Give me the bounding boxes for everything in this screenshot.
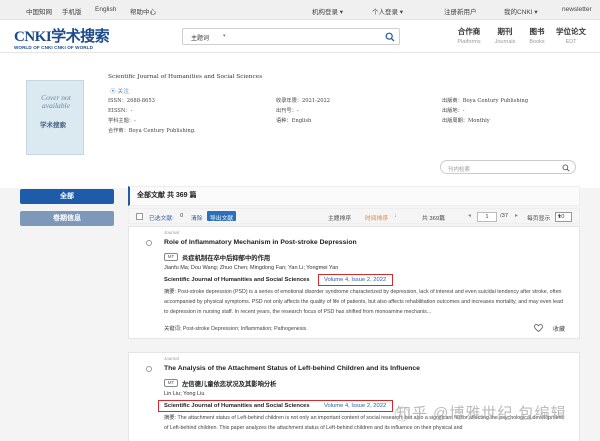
meta-publisher: 出版商：Boya Century Publishing xyxy=(442,98,529,104)
results-toolbar: 已选文献: 0 清除 导出文献 主题排序 时间排序 ↓ 共 369篇 ◂ 1 /… xyxy=(128,208,580,224)
sidebar-issue-info-button[interactable]: 卷期信息 xyxy=(20,211,114,226)
article-card: Journal Role of Inflammatory Mechanism i… xyxy=(128,226,580,339)
sort-arrow-icon: ↓ xyxy=(394,213,397,219)
source-highlight-box xyxy=(158,400,393,412)
page-total: /37 xyxy=(500,213,509,219)
personal-login-link[interactable]: 个人登录 ▾ xyxy=(372,6,403,16)
article-kind: Journal xyxy=(164,230,179,235)
nav-journals[interactable]: 期刊 Journals xyxy=(488,26,522,45)
nav-books[interactable]: 图书 Books xyxy=(520,26,554,45)
top-utility-bar: 中国知网 手机版 English 帮助中心 机构登录 ▾ 个人登录 ▾ 注册新用… xyxy=(0,0,600,20)
article-title[interactable]: The Analysis of the Attachment Status of… xyxy=(164,365,420,372)
page-input[interactable]: 1 xyxy=(477,211,497,222)
selected-count: 0 xyxy=(180,213,184,219)
issue-highlight-box xyxy=(318,274,393,286)
register-link[interactable]: 注册新用户 xyxy=(444,6,477,16)
total-count: 共 369篇 xyxy=(422,216,445,222)
heart-icon[interactable] xyxy=(534,324,543,332)
article-authors[interactable]: Lin Liu; Yong Liu xyxy=(164,391,204,397)
in-journal-search-placeholder: 刊内检索 xyxy=(448,166,471,173)
chevron-down-icon: ▾ xyxy=(223,33,226,39)
journal-cover: Cover not available 学术搜索 xyxy=(26,80,84,155)
sort-subject[interactable]: 主题排序 xyxy=(328,213,351,222)
clear-link[interactable]: 清除 xyxy=(191,213,203,222)
article-title-cn[interactable]: 左信德儿童依恋状况及其影响分析 xyxy=(182,379,276,388)
follow-button[interactable]: ⦿ 关注 xyxy=(110,86,129,95)
help-link[interactable]: 帮助中心 xyxy=(130,6,156,16)
article-keywords: 关键词: Post-stroke Depression; Inflammatio… xyxy=(164,326,308,332)
article-title-cn[interactable]: 炎症机制在卒中后抑郁中的作用 xyxy=(182,253,270,262)
journal-title: Scientific Journal of Humanities and Soc… xyxy=(108,74,263,80)
article-abstract: 摘要: Post-stroke depression (PSD) is a se… xyxy=(164,289,563,316)
favorite-button[interactable]: 收藏 xyxy=(553,324,565,333)
select-all-checkbox[interactable] xyxy=(136,212,143,220)
cnki-logo[interactable]: CNKI学术搜索 WORLD OF CNKI CNKI OF WORLD xyxy=(14,25,114,50)
meta-partner: 合作商：Boya Century Publishing. xyxy=(108,128,196,134)
org-login-link[interactable]: 机构登录 ▾ xyxy=(312,6,343,16)
cover-placeholder-text: Cover not available xyxy=(41,93,71,110)
nav-edt[interactable]: 学位论文 EDT xyxy=(554,26,588,45)
search-icon[interactable] xyxy=(385,32,395,42)
sidebar-all-button[interactable]: 全部 xyxy=(20,189,114,204)
export-button[interactable]: 导出文献 xyxy=(207,211,237,222)
meta-years: 收录年限：2021-2022 xyxy=(276,98,331,104)
meta-issn: ISSN：2688-8653 xyxy=(108,98,155,104)
results-count: 全部文献 共 369 篇 xyxy=(128,186,580,206)
mobile-link[interactable]: 手机版 xyxy=(62,6,82,16)
meta-pubno: 出刊号：- xyxy=(276,108,299,114)
page-prev-icon[interactable]: ◂ xyxy=(468,213,471,219)
meta-cycle: 出版周期：Monthly xyxy=(442,118,490,124)
watermark: 知乎 @博雅世纪 包编辑 xyxy=(396,405,567,422)
nav-platforms[interactable]: 合作商 Platforms xyxy=(452,26,486,45)
per-page-select[interactable]: 10 ▾ xyxy=(555,211,572,222)
article-badge: MT xyxy=(164,379,178,387)
article-title[interactable]: Role of Inflammatory Mechanism in Post-s… xyxy=(164,239,357,246)
my-cnki-link[interactable]: 我的CNKI ▾ xyxy=(504,6,538,16)
home-link[interactable]: 中国知网 xyxy=(26,6,52,16)
article-radio[interactable] xyxy=(146,366,152,372)
sort-time[interactable]: 时间排序 xyxy=(365,213,388,222)
article-kind: Journal xyxy=(164,356,179,361)
in-journal-search[interactable]: 刊内检索 xyxy=(440,160,576,174)
meta-language: 语种：English xyxy=(276,118,312,124)
header: CNKI学术搜索 WORLD OF CNKI CNKI OF WORLD 主题词… xyxy=(0,20,600,53)
newsletter-link[interactable]: newsletter xyxy=(562,6,592,13)
search-icon[interactable] xyxy=(562,164,570,172)
meta-place: 出版地：- xyxy=(442,108,465,114)
article-badge: MT xyxy=(164,253,178,261)
article-radio[interactable] xyxy=(146,240,152,246)
article-source[interactable]: Scientific Journal of Humanities and Soc… xyxy=(164,277,310,283)
selected-label: 已选文献: xyxy=(149,216,174,222)
logo-main: CNKI学术搜索 xyxy=(14,29,110,45)
search-box[interactable]: 主题词 ▾ xyxy=(182,28,400,45)
per-page-label: 每页显示 xyxy=(527,216,551,222)
article-card: Journal The Analysis of the Attachment S… xyxy=(128,352,580,441)
english-link[interactable]: English xyxy=(95,6,116,13)
search-field-select[interactable]: 主题词 xyxy=(191,33,209,42)
meta-eissn: EISSN：- xyxy=(108,108,133,114)
page-next-icon[interactable]: ▸ xyxy=(515,213,518,219)
meta-subject: 学科主题：- xyxy=(108,118,136,124)
cover-brand: 学术搜索 xyxy=(40,122,66,129)
article-authors[interactable]: Jianfu Ma; Dou Wang; Zhuo Chen; Mingdong… xyxy=(164,265,338,271)
